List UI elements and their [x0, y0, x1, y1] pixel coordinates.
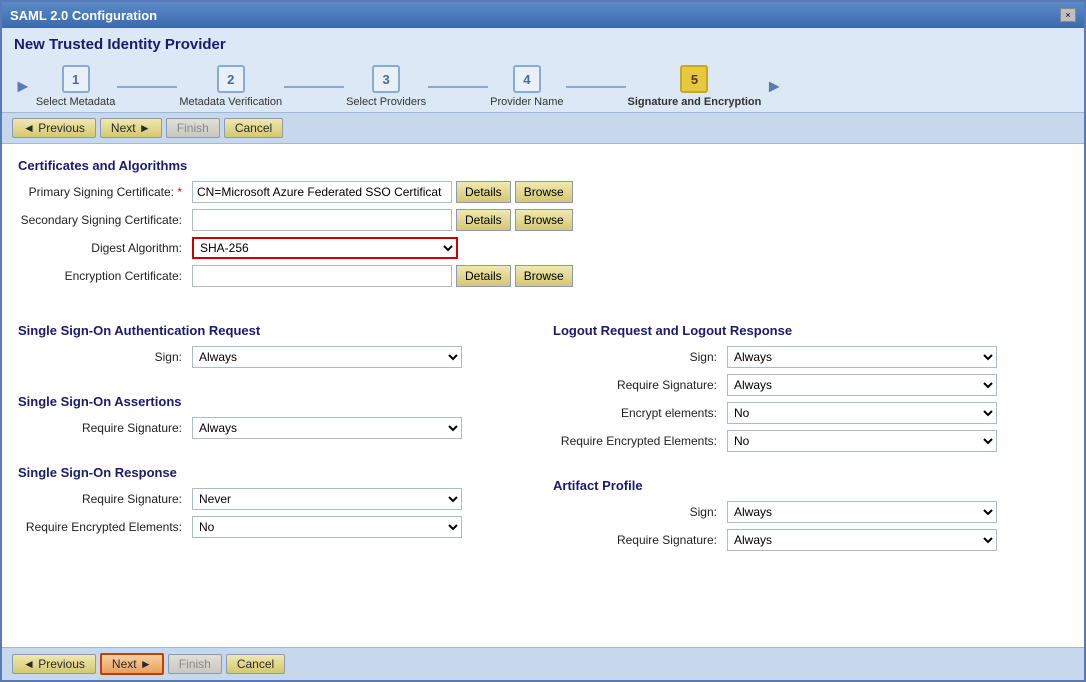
- sso-auth-sign-label: Sign:: [18, 350, 188, 364]
- artifact-req-sig-label: Require Signature:: [553, 533, 723, 547]
- right-column: Logout Request and Logout Response Sign:…: [553, 319, 1068, 557]
- digest-algo-label: Digest Algorithm:: [18, 241, 188, 255]
- artifact-sign-select[interactable]: Always Never: [727, 501, 997, 523]
- content-area: New Trusted Identity Provider ► 1 Select…: [2, 28, 1084, 680]
- top-cancel-button[interactable]: Cancel: [224, 118, 283, 138]
- secondary-cert-label: Secondary Signing Certificate:: [18, 213, 188, 227]
- step-connector-4: [566, 86, 626, 88]
- artifact-req-sig-select[interactable]: Always Never: [727, 529, 997, 551]
- wizard-end-arrow: ►: [765, 76, 783, 97]
- artifact-title: Artifact Profile: [553, 478, 1068, 493]
- logout-req-sig-label: Require Signature:: [553, 378, 723, 392]
- title-bar: SAML 2.0 Configuration ×: [2, 2, 1084, 28]
- logout-sign-label: Sign:: [553, 350, 723, 364]
- step-1-label: Select Metadata: [36, 96, 116, 108]
- encryption-cert-input[interactable]: [192, 265, 452, 287]
- title-bar-controls: ×: [1060, 8, 1076, 22]
- logout-req-sig-row: Require Signature: Always Never: [553, 374, 1068, 396]
- sso-response-req-sig-select[interactable]: Never Always: [192, 488, 462, 510]
- sso-assertions-title: Single Sign-On Assertions: [18, 394, 533, 409]
- step-1-circle: 1: [62, 65, 90, 93]
- logout-req-enc-label: Require Encrypted Elements:: [553, 434, 723, 448]
- bottom-toolbar: ◄ Previous Next ► Finish Cancel: [2, 647, 1084, 680]
- page-title: New Trusted Identity Provider: [2, 28, 1084, 57]
- main-content: Certificates and Algorithms Primary Sign…: [2, 144, 1084, 647]
- step-connector-3: [428, 86, 488, 88]
- logout-req-sig-select[interactable]: Always Never: [727, 374, 997, 396]
- sso-auth-title: Single Sign-On Authentication Request: [18, 323, 533, 338]
- sso-auth-sign-select[interactable]: Always Never As Needed: [192, 346, 462, 368]
- sso-response-req-sig-label: Require Signature:: [18, 492, 188, 506]
- step-5-label: Signature and Encryption: [628, 96, 762, 108]
- step-5: 5 Signature and Encryption: [628, 65, 762, 108]
- logout-enc-row: Encrypt elements: No Yes: [553, 402, 1068, 424]
- two-column-section: Single Sign-On Authentication Request Si…: [18, 319, 1068, 557]
- logout-title: Logout Request and Logout Response: [553, 323, 1068, 338]
- top-previous-button[interactable]: ◄ Previous: [12, 118, 96, 138]
- artifact-sign-row: Sign: Always Never: [553, 501, 1068, 523]
- secondary-cert-browse-button[interactable]: Browse: [515, 209, 573, 231]
- artifact-sign-label: Sign:: [553, 505, 723, 519]
- step-1: 1 Select Metadata: [36, 65, 116, 108]
- step-3: 3 Select Providers: [346, 65, 426, 108]
- certs-section-title: Certificates and Algorithms: [18, 158, 1068, 173]
- sso-response-req-sig-row: Require Signature: Never Always: [18, 488, 533, 510]
- sso-assertions-req-sig-row: Require Signature: Always Never: [18, 417, 533, 439]
- bottom-previous-button[interactable]: ◄ Previous: [12, 654, 96, 674]
- encryption-cert-details-button[interactable]: Details: [456, 265, 511, 287]
- top-toolbar: ◄ Previous Next ► Finish Cancel: [2, 112, 1084, 144]
- top-next-button[interactable]: Next ►: [100, 118, 162, 138]
- step-2-circle: 2: [217, 65, 245, 93]
- logout-enc-label: Encrypt elements:: [553, 406, 723, 420]
- step-connector-1: [117, 86, 177, 88]
- step-2-label: Metadata Verification: [179, 96, 282, 108]
- sso-response-req-enc-label: Require Encrypted Elements:: [18, 520, 188, 534]
- bottom-cancel-button[interactable]: Cancel: [226, 654, 285, 674]
- primary-cert-row: Primary Signing Certificate: * Details B…: [18, 181, 1068, 203]
- logout-sign-row: Sign: Always Never: [553, 346, 1068, 368]
- logout-req-enc-row: Require Encrypted Elements: No Yes: [553, 430, 1068, 452]
- digest-algo-select[interactable]: SHA-256 SHA-1 SHA-512: [192, 237, 458, 259]
- bottom-next-button[interactable]: Next ►: [100, 653, 164, 675]
- step-4-label: Provider Name: [490, 96, 563, 108]
- wizard-steps: ► 1 Select Metadata 2 Metadata Verificat…: [2, 57, 1084, 112]
- required-marker: *: [177, 185, 182, 199]
- step-4-circle: 4: [513, 65, 541, 93]
- step-connector-2: [284, 86, 344, 88]
- primary-cert-details-button[interactable]: Details: [456, 181, 511, 203]
- logout-enc-select[interactable]: No Yes: [727, 402, 997, 424]
- secondary-cert-row: Secondary Signing Certificate: Details B…: [18, 209, 1068, 231]
- close-button[interactable]: ×: [1060, 8, 1076, 22]
- bottom-finish-button[interactable]: Finish: [168, 654, 222, 674]
- digest-algo-row: Digest Algorithm: SHA-256 SHA-1 SHA-512: [18, 237, 1068, 259]
- step-4: 4 Provider Name: [490, 65, 563, 108]
- top-finish-button[interactable]: Finish: [166, 118, 220, 138]
- logout-req-enc-select[interactable]: No Yes: [727, 430, 997, 452]
- artifact-req-sig-row: Require Signature: Always Never: [553, 529, 1068, 551]
- primary-cert-input[interactable]: [192, 181, 452, 203]
- saml-configuration-window: SAML 2.0 Configuration × New Trusted Ide…: [0, 0, 1086, 682]
- primary-cert-label: Primary Signing Certificate: *: [18, 185, 188, 199]
- step-3-label: Select Providers: [346, 96, 426, 108]
- logout-sign-select[interactable]: Always Never: [727, 346, 997, 368]
- secondary-cert-details-button[interactable]: Details: [456, 209, 511, 231]
- encryption-cert-row: Encryption Certificate: Details Browse: [18, 265, 1068, 287]
- step-3-circle: 3: [372, 65, 400, 93]
- encryption-cert-label: Encryption Certificate:: [18, 269, 188, 283]
- left-column: Single Sign-On Authentication Request Si…: [18, 319, 533, 557]
- sso-response-req-enc-row: Require Encrypted Elements: No Yes: [18, 516, 533, 538]
- step-2: 2 Metadata Verification: [179, 65, 282, 108]
- step-5-circle: 5: [680, 65, 708, 93]
- primary-cert-browse-button[interactable]: Browse: [515, 181, 573, 203]
- sso-assertions-req-sig-select[interactable]: Always Never: [192, 417, 462, 439]
- window-title: SAML 2.0 Configuration: [10, 8, 157, 23]
- sso-auth-sign-row: Sign: Always Never As Needed: [18, 346, 533, 368]
- sso-response-title: Single Sign-On Response: [18, 465, 533, 480]
- encryption-cert-browse-button[interactable]: Browse: [515, 265, 573, 287]
- secondary-cert-input[interactable]: [192, 209, 452, 231]
- sso-assertions-req-sig-label: Require Signature:: [18, 421, 188, 435]
- sso-response-req-enc-select[interactable]: No Yes: [192, 516, 462, 538]
- wizard-start-arrow: ►: [14, 76, 32, 97]
